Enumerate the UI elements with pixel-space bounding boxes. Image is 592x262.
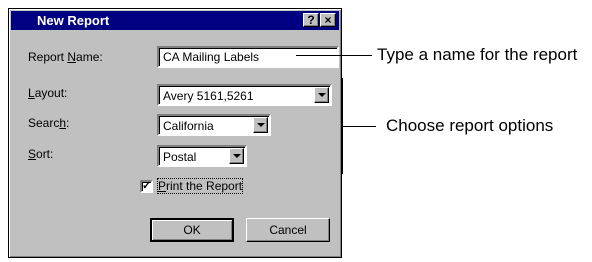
checkmark-icon: ✓ — [142, 180, 152, 192]
options-callout-text: Choose report options — [386, 116, 554, 135]
search-select[interactable]: California — [157, 114, 271, 136]
name-callout-text: Type a name for the report — [377, 45, 578, 64]
print-report-checkbox[interactable]: ✓ — [140, 180, 153, 193]
close-icon: × — [324, 13, 332, 27]
ok-button[interactable]: OK — [150, 218, 234, 242]
options-callout-line — [342, 126, 376, 127]
report-name-label: Report Name: — [28, 50, 103, 64]
name-callout-line — [296, 55, 372, 56]
close-button[interactable]: × — [320, 13, 336, 27]
sort-label: Sort: — [28, 147, 54, 161]
layout-select[interactable]: Avery 5161,5261 — [157, 84, 332, 106]
print-report-label[interactable]: Print the Report — [156, 178, 244, 194]
report-name-input[interactable]: CA Mailing Labels — [157, 46, 339, 68]
dialog-title: New Report — [37, 13, 110, 28]
search-label: Search: — [28, 116, 70, 130]
help-button[interactable]: ? — [303, 13, 319, 27]
layout-dropdown-arrow-icon[interactable] — [314, 87, 329, 103]
cancel-button[interactable]: Cancel — [246, 218, 330, 242]
sort-select[interactable]: Postal — [157, 145, 247, 167]
title-bar[interactable]: New Report ? × — [11, 11, 339, 30]
layout-label: Layout: — [28, 86, 68, 100]
sort-dropdown-arrow-icon[interactable] — [229, 148, 244, 164]
search-dropdown-arrow-icon[interactable] — [253, 117, 268, 133]
